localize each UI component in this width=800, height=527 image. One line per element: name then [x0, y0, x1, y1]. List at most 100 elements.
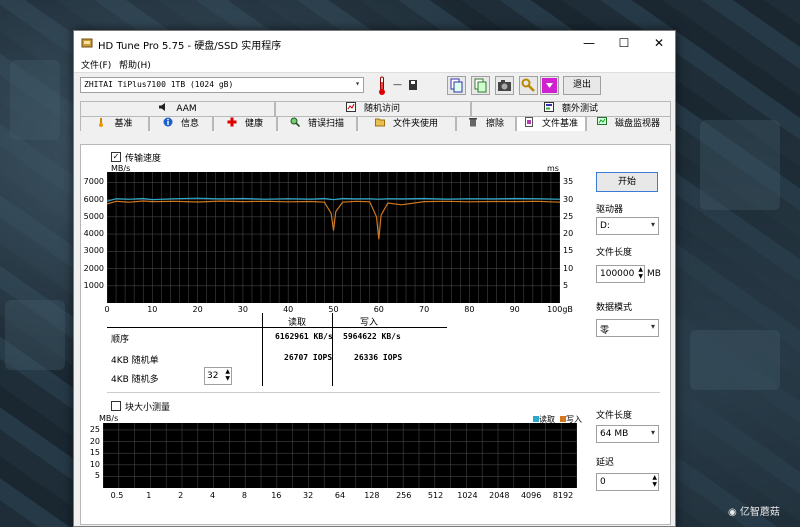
y2-tick-label: 25: [563, 211, 574, 221]
drive-select[interactable]: ZHITAI TiPlus7100 1TB (1024 gB) ▾: [80, 77, 364, 93]
copy-icon: [450, 78, 463, 93]
tab-random-access[interactable]: 随机访问: [275, 101, 471, 116]
transfer-speed-label: 传输速度: [125, 154, 162, 164]
write-col-header: 写入: [360, 318, 379, 328]
maximize-button[interactable]: ☐: [607, 31, 641, 55]
drive-label: 驱动器: [596, 205, 624, 215]
start-button[interactable]: 开始: [596, 172, 658, 192]
thermometer-icon: [379, 76, 385, 95]
chevron-down-icon: ▾: [650, 322, 655, 331]
x-tick-label: 20: [192, 305, 203, 314]
x-tick-label: 60: [373, 305, 384, 314]
temperature-value: —: [393, 80, 402, 90]
block-x-tick-label: 8: [241, 491, 247, 500]
section-divider: [107, 392, 660, 393]
close-button[interactable]: ✕: [642, 31, 676, 55]
block-x-tick-label: 512: [427, 491, 444, 500]
stepper-arrows-icon[interactable]: ▲ ▼: [638, 266, 643, 280]
sequential-label: 顺序: [111, 335, 130, 345]
block-y-tick-label: 5: [94, 471, 100, 481]
x-tick-label: 50: [328, 305, 339, 314]
block-size-chart: [103, 423, 577, 488]
block-y-tick-label: 15: [89, 448, 100, 458]
stepper-arrows-icon[interactable]: ▲ ▼: [225, 368, 230, 382]
block-x-tick-label: 8192: [552, 491, 574, 500]
screenshot-button[interactable]: [495, 76, 514, 95]
data-mode-dropdown[interactable]: 零 ▾: [596, 319, 659, 337]
queue-depth-value: 32: [207, 371, 219, 381]
file-benchmark-panel: ✓ 传输速度 MB/s ms 7000 6000 5000 4000 3000 2000 1…: [80, 144, 671, 525]
tab-error-scan[interactable]: 错误扫描: [277, 116, 357, 131]
y-tick-label: 6000: [83, 194, 104, 204]
menu-file[interactable]: 文件(F): [81, 58, 111, 71]
trash-icon: [468, 118, 477, 127]
menu-help[interactable]: 帮助(H): [119, 58, 151, 71]
wrench-icon: [521, 78, 535, 92]
delay-stepper[interactable]: 0 ▲ ▼: [596, 473, 659, 491]
block-x-tick-label: 128: [364, 491, 380, 500]
block-size-checkbox[interactable]: [111, 401, 121, 411]
4kb-random-single-read-value: 26707 IOPS: [284, 353, 333, 362]
health-cross-icon: [227, 117, 237, 127]
download-button[interactable]: [540, 76, 559, 95]
tab-random-access-label: 随机访问: [363, 104, 400, 114]
block-x-tick-label: 0.5: [110, 491, 124, 500]
tab-disk-monitor[interactable]: 磁盘监视器: [586, 116, 671, 131]
x-tick-label: 90: [509, 305, 520, 314]
block-x-tick-label: 2048: [489, 491, 510, 500]
tab-health[interactable]: 健康: [213, 116, 277, 131]
toolbar: ZHITAI TiPlus7100 1TB (1024 gB) ▾ — 退出: [74, 73, 675, 101]
tab-file-benchmark-label: 文件基准: [541, 119, 578, 129]
tab-folder-usage[interactable]: 文件夹使用: [357, 116, 456, 131]
hdtune-window: HD Tune Pro 5.75 - 硬盘/SSD 实用程序 — ☐ ✕ 文件(…: [73, 30, 676, 527]
tab-benchmark[interactable]: 基准: [80, 116, 149, 131]
tab-aam-label: AAM: [176, 104, 197, 114]
tab-folder-usage-label: 文件夹使用: [392, 119, 438, 129]
tab-aam[interactable]: AAM: [80, 101, 275, 116]
queue-depth-stepper[interactable]: 32 ▲ ▼: [204, 367, 232, 385]
block-y-tick-label: 10: [89, 459, 100, 469]
window-title: HD Tune Pro 5.75 - 硬盘/SSD 实用程序: [98, 41, 282, 52]
tab-row-1: AAM 随机访问 额外测试: [80, 101, 671, 116]
tab-file-benchmark[interactable]: 文件基准: [516, 116, 586, 131]
block-x-tick-label: 16: [271, 491, 282, 500]
x-tick-label: 100gB: [547, 305, 573, 314]
file-benchmark-icon: [524, 117, 533, 127]
sequential-read-value: 6162961 KB/s: [275, 332, 333, 341]
file-length-value: 100000: [600, 269, 635, 279]
4kb-random-single-write-value: 26336 IOPS: [354, 353, 403, 362]
monitor-icon: [596, 117, 607, 125]
minimize-button[interactable]: —: [572, 31, 606, 55]
title-bar: HD Tune Pro 5.75 - 硬盘/SSD 实用程序 — ☐ ✕: [74, 31, 675, 55]
y-tick-label: 7000: [83, 177, 104, 187]
options-button[interactable]: [519, 76, 538, 95]
x-tick-label: 10: [147, 305, 158, 314]
tab-info[interactable]: 信息: [149, 116, 213, 131]
transfer-speed-chart: [107, 172, 560, 303]
file-length-stepper[interactable]: 100000 ▲ ▼: [596, 265, 645, 283]
exit-button[interactable]: 退出: [563, 76, 601, 95]
delay-value: 0: [600, 477, 606, 487]
results-header-line: [107, 327, 447, 328]
copy-chart-button[interactable]: [471, 76, 490, 95]
x-tick-label: 0: [104, 305, 110, 314]
sequential-write-value: 5964622 KB/s: [343, 332, 401, 341]
y2-tick-label: 15: [563, 246, 574, 256]
chevron-down-icon: ▾: [355, 79, 360, 88]
block-file-length-dropdown[interactable]: 64 MB ▾: [596, 425, 659, 443]
tab-extra-tests[interactable]: 额外测试: [471, 101, 671, 116]
copy-info-button[interactable]: [447, 76, 466, 95]
block-x-tick-label: 1: [146, 491, 152, 500]
data-mode-label: 数据模式: [596, 303, 633, 313]
tab-info-label: 信息: [180, 119, 199, 129]
drive-dropdown[interactable]: D: ▾: [596, 217, 659, 235]
save-temp-icon[interactable]: [408, 79, 418, 91]
transfer-speed-checkbox[interactable]: ✓: [111, 152, 121, 162]
block-size-label: 块大小测量: [125, 403, 171, 413]
chevron-down-icon: ▾: [650, 428, 655, 437]
tab-health-label: 健康: [244, 119, 263, 129]
tab-erase[interactable]: 擦除: [456, 116, 516, 131]
tab-disk-monitor-label: 磁盘监视器: [614, 119, 660, 129]
stepper-arrows-icon[interactable]: ▲ ▼: [652, 474, 657, 488]
block-x-tick-label: 1024: [457, 491, 478, 500]
